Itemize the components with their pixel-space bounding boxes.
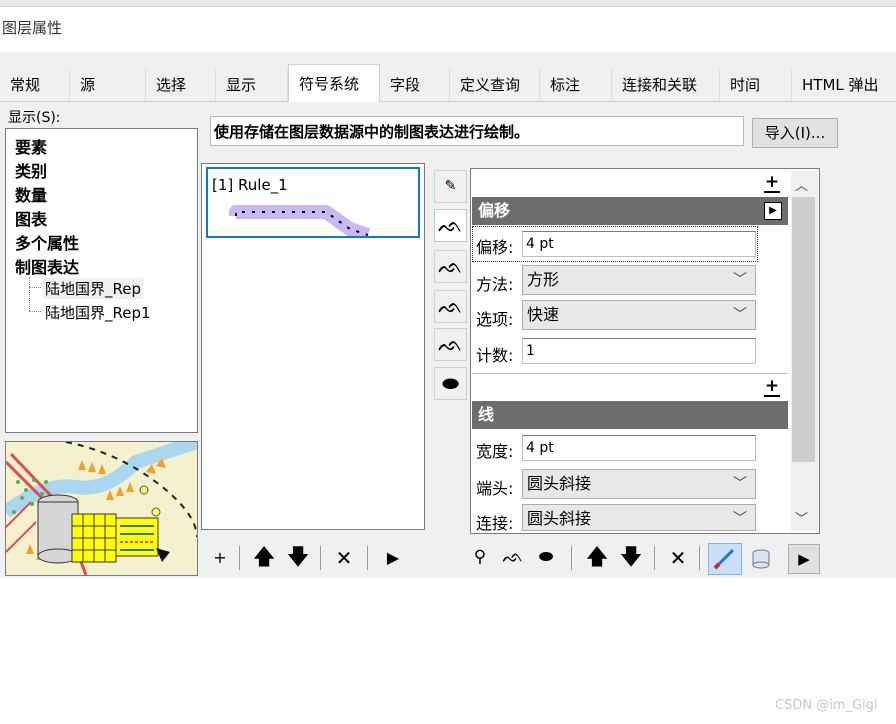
offset-section-header: 偏移: [472, 197, 788, 225]
window-title: 图层属性: [2, 19, 63, 37]
pick-layer-icon[interactable]: ✎: [434, 170, 467, 203]
count-label: 计数:: [476, 346, 514, 365]
join-select[interactable]: 圆头斜接 ﹀: [522, 504, 756, 531]
add-layer-icon[interactable]: ⚲: [467, 545, 493, 569]
renderer-description: 使用存储在图层数据源中的制图表达进行绘制。: [210, 116, 744, 146]
renderer-item-quantities[interactable]: 数量: [15, 182, 47, 206]
option-label: 选项:: [476, 310, 514, 329]
width-input[interactable]: 4 pt: [522, 435, 756, 461]
move-down-icon[interactable]: 🡇: [285, 546, 311, 570]
remove-rule-icon[interactable]: ✕: [331, 546, 357, 570]
join-label: 连接:: [476, 514, 514, 533]
renderer-list[interactable]: 要素 类别 数量 图表 多个属性 制图表达 陆地国界_Rep 陆地国界_Rep1: [5, 128, 198, 433]
offset-input[interactable]: 4 pt: [522, 231, 756, 257]
chevron-down-icon: ﹀: [733, 272, 747, 288]
layer-effect-icon[interactable]: ᨒ: [500, 545, 526, 569]
section-menu-icon[interactable]: ▶: [764, 202, 782, 220]
width-label: 宽度:: [476, 442, 514, 461]
database-icon[interactable]: [748, 546, 774, 572]
method-value: 方形: [527, 270, 560, 289]
renderer-item-categories[interactable]: 类别: [15, 158, 47, 182]
toolbar-separator: [320, 546, 321, 570]
tab-fields[interactable]: 字段: [380, 69, 450, 101]
method-label: 方法:: [476, 275, 514, 294]
add-stroke-icon[interactable]: +: [764, 378, 780, 397]
chevron-down-icon: ﹀: [733, 476, 747, 492]
representation-item-rep1[interactable]: 陆地国界_Rep1: [43, 302, 153, 323]
toolbar-separator: [367, 546, 368, 570]
layer-up-icon[interactable]: 🡅: [584, 546, 610, 570]
stroke-section-header: 线: [472, 401, 788, 429]
move-up-icon[interactable]: 🡅: [251, 546, 277, 570]
join-value: 圆头斜接: [527, 509, 592, 528]
watermark: CSDN @im_Gigi: [775, 698, 878, 713]
tab-html-popup[interactable]: HTML 弹出: [792, 69, 896, 101]
count-input[interactable]: 1: [522, 338, 756, 364]
renderer-item-features[interactable]: 要素: [15, 134, 47, 158]
chevron-down-icon: ﹀: [733, 307, 747, 323]
tab-joins-relates[interactable]: 连接和关联: [612, 69, 720, 101]
cap-select[interactable]: 圆头斜接 ﹀: [522, 469, 756, 499]
tab-display[interactable]: 显示: [216, 69, 288, 101]
fill-effect-icon[interactable]: ⬬: [533, 545, 559, 569]
tab-selection[interactable]: 选择: [146, 69, 216, 101]
tab-time[interactable]: 时间: [720, 69, 792, 101]
representation-item-rep[interactable]: 陆地国界_Rep: [43, 278, 143, 299]
geometric-effects-toggle[interactable]: [708, 543, 742, 575]
chevron-down-icon: ﹀: [733, 511, 747, 527]
more-layer-options-button[interactable]: ▶: [788, 544, 820, 574]
add-effect-icon[interactable]: +: [764, 174, 780, 193]
fill-layer-icon[interactable]: ⬬: [434, 367, 467, 400]
cap-value: 圆头斜接: [527, 474, 592, 493]
option-select[interactable]: 快速 ﹀: [522, 300, 756, 330]
scroll-down-icon[interactable]: ﹀: [795, 508, 808, 527]
offset-label: 偏移:: [476, 238, 514, 257]
more-options-icon[interactable]: ▶: [380, 546, 406, 570]
section-divider: [472, 373, 788, 374]
layer-down-icon[interactable]: 🡇: [618, 546, 644, 570]
tab-labels[interactable]: 标注: [540, 69, 612, 101]
cap-label: 端头:: [476, 479, 514, 498]
toolbar-separator: [654, 546, 655, 570]
option-value: 快速: [527, 305, 560, 324]
stroke-layer-icon[interactable]: ᨒ: [434, 290, 467, 323]
tree-line: [29, 287, 41, 288]
renderer-item-multiple-attributes[interactable]: 多个属性: [15, 230, 79, 254]
stroke-layer-icon[interactable]: ᨒ: [434, 328, 467, 361]
rule-label: [1] Rule_1: [212, 176, 288, 194]
renderer-item-charts[interactable]: 图表: [15, 206, 47, 230]
tab-general[interactable]: 常规: [0, 69, 70, 101]
window-top-strip: [0, 0, 896, 7]
toolbar-separator: [699, 546, 700, 570]
toolbar-separator: [239, 546, 240, 570]
tab-definition-query[interactable]: 定义查询: [450, 69, 540, 101]
tab-symbology[interactable]: 符号系统: [288, 64, 380, 102]
tab-source[interactable]: 源: [70, 69, 146, 101]
tree-line: [29, 277, 30, 311]
import-button[interactable]: 导入(I)...: [752, 118, 838, 148]
add-rule-button[interactable]: +: [207, 546, 233, 570]
scrollbar-thumb[interactable]: [792, 197, 815, 462]
renderer-preview-image: [5, 441, 198, 576]
scroll-up-icon[interactable]: ︿: [795, 175, 808, 194]
tree-line: [29, 311, 41, 312]
stroke-layer-icon[interactable]: ᨒ: [434, 209, 467, 242]
renderer-item-representations[interactable]: 制图表达: [15, 254, 79, 278]
stroke-layer-icon[interactable]: ᨒ: [434, 250, 467, 283]
method-select[interactable]: 方形 ﹀: [522, 265, 756, 295]
toolbar-separator: [571, 546, 572, 570]
remove-layer-icon[interactable]: ✕: [665, 546, 691, 570]
show-label: 显示(S):: [8, 110, 61, 126]
